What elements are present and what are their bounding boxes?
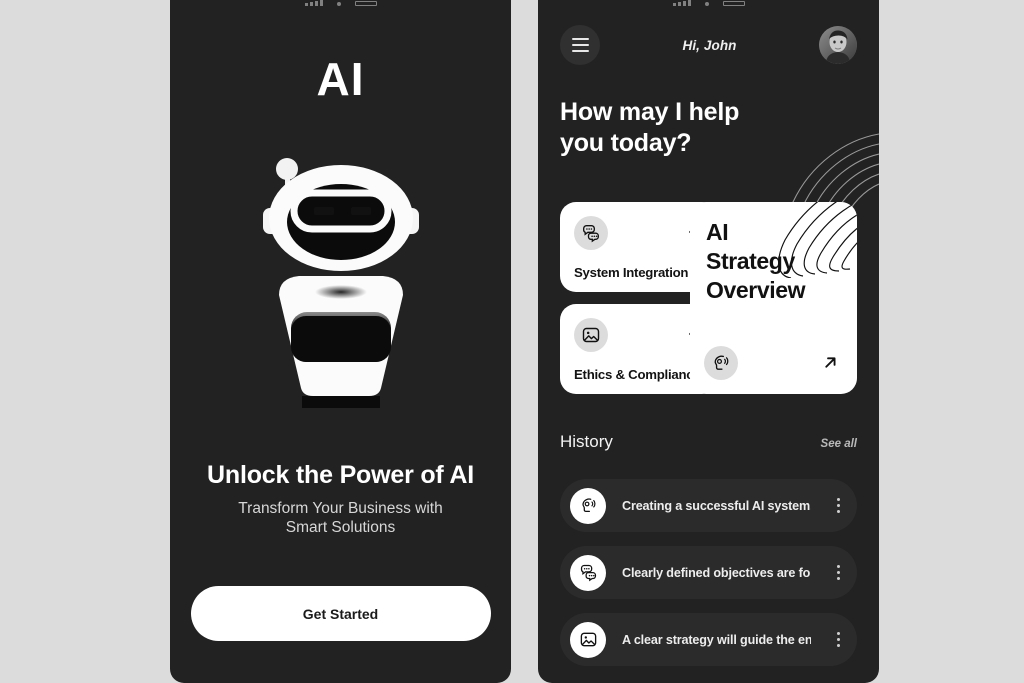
history-list: Creating a successful AI system... Clear… [560,479,857,680]
card-ai-strategy-overview[interactable]: AI Strategy Overview [690,202,857,394]
phone-home-screen: Hi, John How may I help you today? Syste… [538,0,879,683]
home-top-bar: Hi, John [560,24,857,66]
kebab-menu-icon[interactable] [827,632,849,647]
app-mockup-stage: AI Unlock the Power of AI Transform Your… [0,0,1024,683]
kebab-menu-icon[interactable] [827,565,849,580]
battery-icon [354,1,377,6]
image-photo-icon [570,621,606,658]
hero-subtitle: Transform Your Business with Smart Solut… [170,499,511,537]
feature-card-title: AI Strategy Overview [706,218,845,305]
list-item[interactable]: A clear strategy will guide the entire..… [560,613,857,666]
hero-subtitle-line2: Smart Solutions [285,519,396,536]
headline-line1: How may I help [560,98,740,126]
chat-bubbles-icon [574,216,608,250]
see-all-link[interactable]: See all [821,438,857,450]
list-item-label: Creating a successful AI system... [622,498,811,513]
card-label: Ethics & Compliance [574,367,701,382]
page-title: How may I help you today? [560,97,810,159]
signal-icon [304,0,323,6]
hero-title: Unlock the Power of AI [207,461,474,489]
status-bar [538,0,879,6]
image-photo-icon [574,318,608,352]
chat-bubbles-icon [570,554,606,591]
speaking-head-icon [704,346,738,380]
quick-action-cards: System Integration Ethics & Compliance A… [560,202,857,394]
history-title: History [560,432,613,451]
list-item-label: Clearly defined objectives are for... [622,565,811,580]
hero-subtitle-line1: Transform Your Business with [238,500,443,517]
battery-icon [722,1,745,6]
feature-title-line2: Strategy [706,248,795,274]
feature-title-line3: Overview [706,277,806,303]
phone-onboarding-screen: AI Unlock the Power of AI Transform Your… [170,0,511,683]
history-header: History See all [560,432,857,452]
greeting-text: Hi, John [682,37,737,53]
avatar[interactable] [819,26,857,64]
feature-title-line1: AI [706,219,729,245]
wifi-icon [336,2,341,6]
status-bar [170,0,511,6]
app-logo: AI [316,53,365,105]
signal-icon [672,0,691,6]
arrow-up-right-icon [822,354,839,376]
robot-mascot-illustration [241,150,441,420]
hamburger-menu-icon[interactable] [560,25,600,65]
card-label: System Integration [574,265,689,280]
list-item[interactable]: Creating a successful AI system... [560,479,857,532]
headline-line2: you today? [560,129,692,157]
speaking-head-icon [570,487,606,524]
get-started-button[interactable]: Get Started [190,586,491,641]
wifi-icon [704,2,709,6]
kebab-menu-icon[interactable] [827,498,849,513]
list-item[interactable]: Clearly defined objectives are for... [560,546,857,599]
list-item-label: A clear strategy will guide the entire..… [622,632,811,647]
